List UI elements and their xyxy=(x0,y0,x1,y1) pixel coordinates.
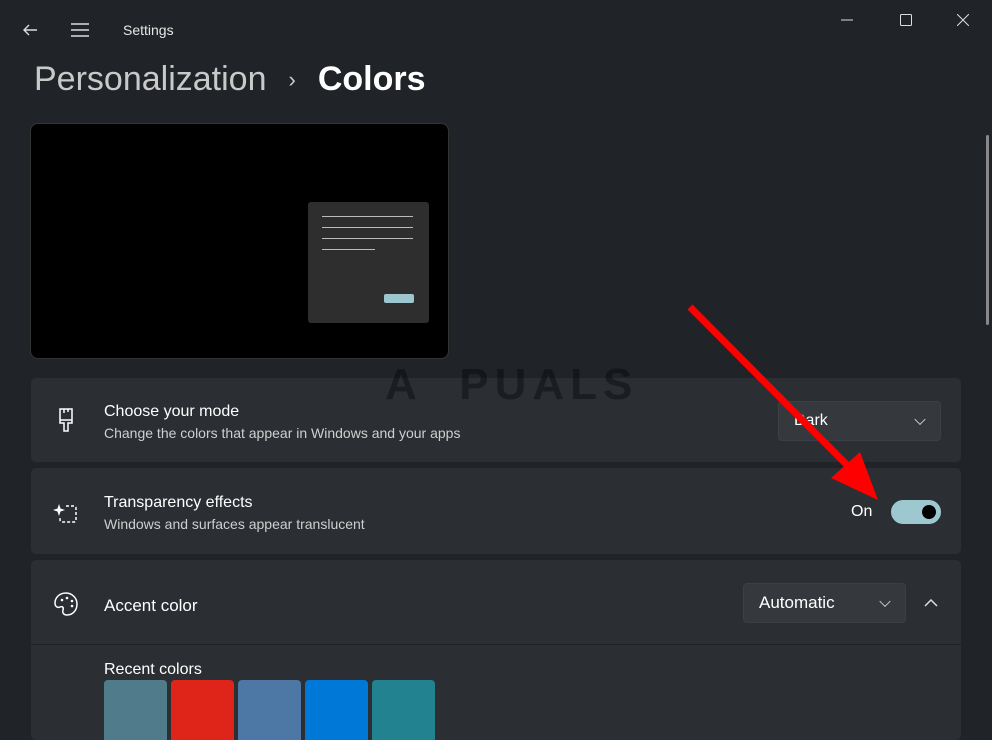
red-arrow-annotation xyxy=(0,0,992,731)
